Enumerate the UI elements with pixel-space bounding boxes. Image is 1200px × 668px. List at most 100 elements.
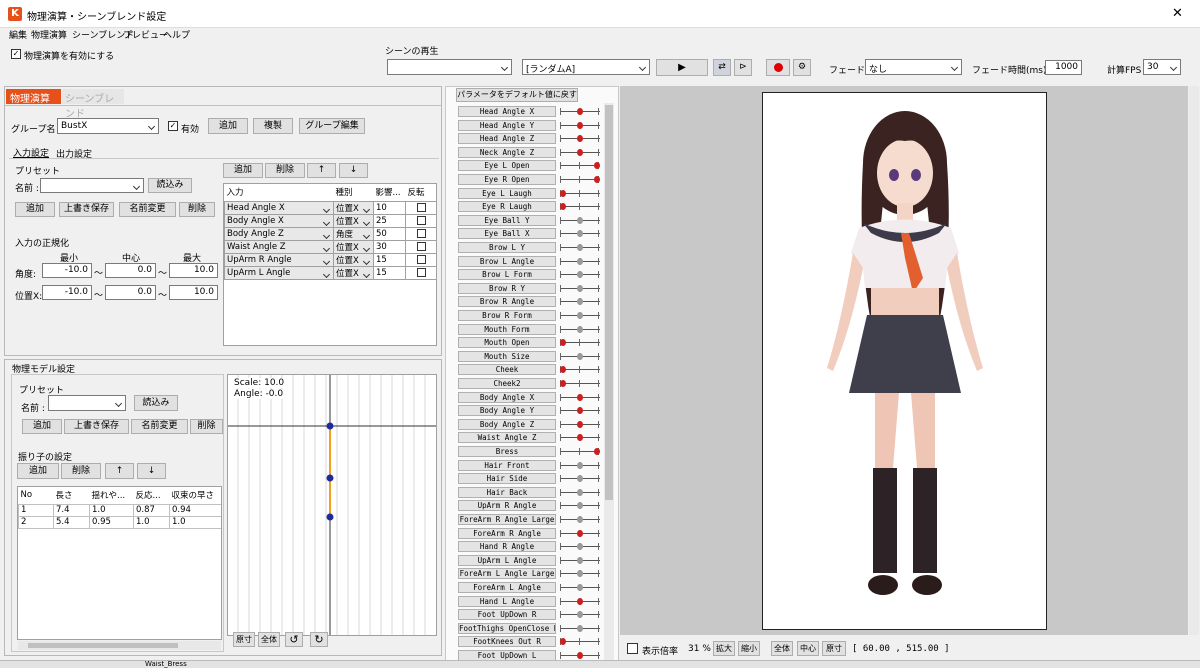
param-slider[interactable] [560, 351, 600, 363]
param-slider-knob[interactable] [577, 488, 583, 496]
input-weight-cell[interactable]: 10 [373, 200, 406, 215]
param-slider-knob[interactable] [577, 352, 583, 360]
param-button[interactable]: Body Angle X [458, 391, 556, 403]
param-slider[interactable] [560, 106, 600, 118]
scene-select[interactable] [387, 59, 512, 75]
pendulum-cell[interactable]: 0.94 [169, 503, 221, 517]
pendulum-cell[interactable]: 1 [18, 503, 54, 517]
param-slider[interactable] [560, 364, 600, 376]
param-slider-knob[interactable] [577, 502, 583, 510]
param-slider-knob[interactable] [577, 271, 583, 279]
input-type-select[interactable]: 位置X [333, 265, 374, 280]
input-invert-cell[interactable] [405, 239, 437, 254]
input-row[interactable]: Body Angle X 位置X 25 [224, 213, 437, 228]
preset-add-button[interactable]: 追加 [15, 202, 55, 217]
pendulum-add-button[interactable]: 追加 [17, 463, 59, 479]
input-invert-checkbox[interactable] [416, 255, 426, 264]
param-slider[interactable] [560, 432, 600, 444]
param-slider[interactable] [560, 541, 600, 553]
param-button[interactable]: Head Angle X [458, 106, 556, 117]
preset-rename-button[interactable]: 名前変更 [119, 202, 176, 217]
param-slider-knob[interactable] [577, 624, 583, 632]
record-button[interactable] [766, 59, 790, 76]
input-invert-checkbox[interactable] [416, 216, 426, 225]
fps-select[interactable]: 30 [1143, 59, 1181, 75]
pendulum-down-button[interactable]: ↓ [137, 463, 166, 479]
input-type-select[interactable]: 位置X [333, 252, 374, 267]
pendulum-cell[interactable]: 2 [18, 515, 54, 529]
param-button[interactable]: Mouth Size [458, 350, 556, 362]
param-button[interactable]: FootThighs OpenClose R [458, 622, 556, 634]
random-select[interactable]: [ランダムA] [522, 59, 650, 75]
param-button[interactable]: Hair Back [458, 486, 556, 498]
param-button[interactable]: Hand L Angle [458, 595, 556, 607]
param-button[interactable]: Mouth Open [458, 337, 556, 349]
group-enabled-checkbox[interactable]: ✓ [168, 121, 178, 131]
param-button[interactable]: Hand R Angle [458, 541, 556, 553]
input-row[interactable]: UpArm R Angle 位置X 15 [224, 252, 437, 267]
param-slider[interactable] [560, 609, 600, 621]
input-invert-checkbox[interactable] [416, 268, 426, 277]
param-slider[interactable] [560, 228, 600, 240]
param-slider-knob[interactable] [577, 570, 583, 578]
input-name-select[interactable]: UpArm L Angle [224, 265, 334, 280]
menu-physics[interactable]: 物理演算 [31, 28, 67, 41]
param-slider-knob[interactable] [577, 325, 583, 333]
input-weight-cell[interactable]: 50 [373, 226, 406, 241]
skip-button[interactable]: ⊳ [734, 59, 752, 76]
param-slider-knob[interactable] [577, 108, 583, 115]
param-slider[interactable] [560, 596, 600, 608]
param-slider[interactable] [560, 514, 600, 526]
param-button[interactable]: FootKnees Out R [458, 636, 556, 648]
rotate-left-icon[interactable]: ↺ [285, 632, 303, 647]
pendulum-up-button[interactable]: ↑ [105, 463, 134, 479]
param-slider[interactable] [560, 473, 600, 485]
group-duplicate-button[interactable]: 複製 [253, 118, 293, 134]
normalize-angle-center[interactable]: 0.0 [105, 263, 156, 278]
close-icon[interactable]: ✕ [1172, 6, 1183, 21]
param-slider-knob[interactable] [560, 380, 566, 387]
param-slider[interactable] [560, 174, 600, 186]
input-invert-checkbox[interactable] [416, 203, 426, 212]
param-slider-knob[interactable] [560, 366, 566, 374]
input-invert-checkbox[interactable] [416, 229, 426, 238]
input-name-select[interactable]: Body Angle Z [224, 226, 334, 241]
param-slider-knob[interactable] [577, 216, 583, 224]
param-slider-knob[interactable] [577, 230, 583, 238]
param-button[interactable]: ForeArm L Angle [458, 582, 556, 593]
param-button[interactable]: Eye Ball Y [458, 214, 556, 226]
param-button[interactable]: ForeArm L Angle Large [458, 568, 556, 580]
param-slider[interactable] [560, 310, 600, 322]
param-button[interactable]: Neck Angle Z [458, 146, 556, 158]
param-button[interactable]: Brow R Angle [458, 296, 556, 308]
param-button[interactable]: Body Angle Y [458, 405, 556, 417]
param-slider[interactable] [560, 555, 600, 567]
normalize-posx-max[interactable]: 10.0 [169, 285, 218, 300]
param-slider-knob[interactable] [577, 475, 583, 483]
pendulum-delete-button[interactable]: 削除 [61, 463, 101, 479]
param-slider[interactable] [560, 283, 600, 295]
param-slider-knob[interactable] [577, 148, 583, 156]
param-slider-knob[interactable] [577, 121, 583, 129]
preset-delete-button[interactable]: 削除 [179, 202, 215, 217]
param-slider[interactable] [560, 582, 600, 594]
model-rename-button[interactable]: 名前変更 [131, 419, 188, 434]
param-button[interactable]: Brow L Angle [458, 255, 556, 267]
param-slider[interactable] [560, 378, 600, 390]
model-overwrite-button[interactable]: 上書き保存 [64, 419, 129, 434]
param-slider[interactable] [560, 392, 600, 404]
param-slider-knob[interactable] [577, 652, 583, 659]
param-slider[interactable] [560, 337, 600, 349]
input-row[interactable]: Body Angle Z 角度 50 [224, 226, 437, 241]
model-name-select[interactable] [48, 395, 126, 411]
input-invert-checkbox[interactable] [416, 242, 426, 251]
tab-scene-blend[interactable]: シーンブレンド [62, 89, 124, 120]
param-slider[interactable] [560, 147, 600, 159]
pendulum-cell[interactable]: 0.87 [133, 503, 170, 517]
param-button[interactable]: ForeArm R Angle Large [458, 514, 556, 525]
param-button[interactable]: Hair Front [458, 459, 556, 471]
input-invert-cell[interactable] [405, 226, 437, 241]
normalize-angle-max[interactable]: 10.0 [169, 263, 218, 278]
param-slider[interactable] [560, 460, 600, 472]
tab-physics[interactable]: 物理演算 [6, 89, 61, 105]
